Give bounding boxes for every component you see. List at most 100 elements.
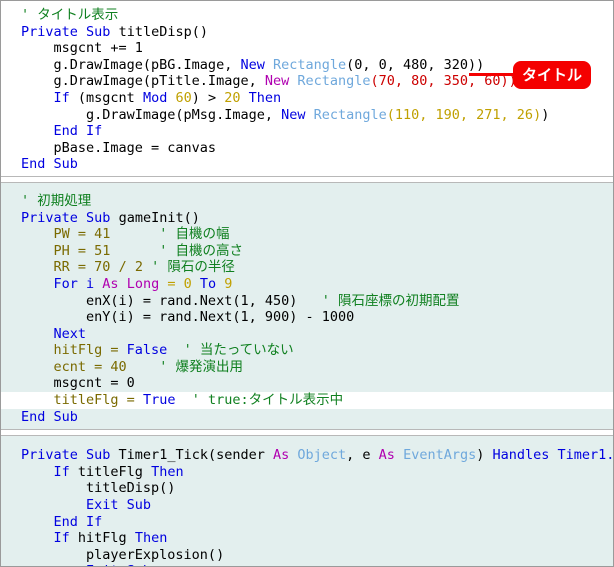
- variable-hitflg: hitFlg: [21, 342, 103, 359]
- code-line: ' 初期処理: [1, 192, 613, 210]
- code-line: ' タイトル表示: [1, 7, 613, 24]
- type-rectangle: Rectangle: [264, 56, 347, 73]
- code-line: End If: [1, 123, 613, 140]
- comment-text: ' 隕石の半径: [142, 259, 235, 276]
- operator: =: [69, 226, 95, 243]
- keyword-mod: Mod: [142, 89, 168, 106]
- condition: hitFlg: [69, 530, 135, 547]
- keyword-exit-sub: Exit Sub: [21, 563, 151, 566]
- keyword-end-sub: End Sub: [21, 156, 78, 173]
- number: 60: [167, 89, 192, 106]
- literal-true: True: [142, 392, 176, 409]
- code-line: Private Sub titleDisp(): [1, 23, 613, 41]
- number: 70: [94, 259, 111, 276]
- operator: =: [69, 259, 95, 276]
- keyword-if: If: [21, 463, 70, 480]
- type-object: Object: [289, 447, 347, 464]
- code-line: Private Sub Timer1_Tick(sender As Object…: [1, 447, 613, 464]
- number: 20: [224, 89, 241, 106]
- code-line: Exit Sub: [1, 497, 613, 514]
- operator: ) >: [191, 89, 225, 106]
- type-eventargs: EventArgs: [394, 447, 477, 464]
- variable-ecnt: ecnt: [21, 358, 87, 375]
- code-line: Exit Sub: [1, 563, 613, 566]
- operator: /: [110, 259, 135, 276]
- number: 41: [94, 226, 111, 243]
- code-line: hitFlg = False ' 当たっていない: [1, 342, 613, 359]
- call-expression: g.DrawImage(pMsg.Image,: [21, 106, 282, 123]
- variable-ph: PH: [21, 242, 70, 259]
- statement: msgcnt += 1: [21, 40, 143, 57]
- method-name: gameInit(): [110, 209, 200, 226]
- code-line: msgcnt += 1: [1, 40, 613, 57]
- comment-text: タイトル表示: [29, 7, 119, 23]
- keyword-as: As: [378, 447, 395, 464]
- handler-name: Timer1_Tick(sender: [110, 447, 273, 464]
- loop-variable: i: [77, 275, 103, 292]
- code-block-timer-tick: Private Sub Timer1_Tick(sender As Object…: [1, 436, 613, 566]
- comment-text: ' 爆発演出用: [126, 358, 243, 375]
- keyword-private: Private: [21, 447, 78, 464]
- code-block-gameinit: ' 初期処理 Private Sub gameInit() PW = 41 ' …: [1, 182, 613, 430]
- event-reference: Timer1.Tick: [557, 447, 614, 464]
- statement: enX(i) = rand.Next(1, 450): [21, 292, 298, 309]
- paren: ): [476, 447, 493, 464]
- code-line: End Sub: [1, 156, 613, 173]
- comment-text: ' true:タイトル表示中: [175, 392, 344, 409]
- operator: =: [69, 242, 95, 259]
- code-line: PW = 41 ' 自機の幅: [1, 226, 613, 243]
- keyword-exit-sub: Exit Sub: [21, 497, 152, 514]
- operator: =: [118, 392, 143, 409]
- type-long: Long: [118, 275, 160, 292]
- param-separator: , e: [346, 447, 379, 464]
- keyword-sub: Sub: [86, 209, 111, 226]
- keyword-then: Then: [240, 89, 282, 106]
- code-line: Next: [1, 325, 613, 343]
- keyword-as: As: [272, 447, 290, 464]
- variable-pw: PW: [21, 226, 70, 243]
- statement: enY(i) = rand.Next(1, 900) - 1000: [21, 309, 355, 326]
- keyword-end-sub: End Sub: [21, 408, 78, 425]
- code-line: enY(i) = rand.Next(1, 900) - 1000: [1, 309, 613, 326]
- condition: titleFlg: [69, 463, 152, 480]
- type-rectangle: Rectangle: [305, 106, 387, 123]
- number: 0: [183, 275, 192, 292]
- callout-leader-line: [469, 73, 515, 76]
- keyword-sub: Sub: [77, 447, 111, 464]
- code-line: If hitFlg Then: [1, 530, 613, 547]
- code-line: ecnt = 40 ' 爆発演出用: [1, 358, 613, 376]
- number: 51: [94, 242, 111, 259]
- code-line: titleDisp(): [1, 480, 613, 498]
- keyword-new: New: [240, 56, 265, 73]
- method-name: titleDisp(): [110, 23, 208, 40]
- callout-badge-title: タイトル: [513, 61, 591, 89]
- comment-text: ' 当たっていない: [167, 342, 294, 359]
- code-line: PH = 51 ' 自機の高さ: [1, 242, 613, 260]
- block-separator: [1, 429, 613, 437]
- keyword-as: As: [102, 275, 119, 292]
- call-expression: g.DrawImage(pBG.Image,: [21, 56, 241, 73]
- keyword-end-if: End If: [21, 513, 103, 530]
- keyword-new: New: [281, 106, 306, 123]
- code-line: If (msgcnt Mod 60) > 20 Then: [1, 89, 613, 107]
- statement: titleDisp(): [21, 480, 176, 497]
- block-separator: [1, 175, 613, 183]
- comment-text: ' 隕石座標の初期配置: [297, 292, 460, 309]
- code-line: pBase.Image = canvas: [1, 139, 613, 157]
- code-line: If titleFlg Then: [1, 463, 613, 481]
- code-line: enX(i) = rand.Next(1, 450) ' 隕石座標の初期配置: [1, 292, 613, 310]
- keyword-new: New: [264, 73, 290, 90]
- statement: pBase.Image = canvas: [21, 139, 217, 156]
- code-line: For i As Long = 0 To 9: [1, 275, 613, 293]
- number: 2: [134, 259, 143, 276]
- keyword-next: Next: [21, 325, 87, 342]
- code-line: Private Sub gameInit(): [1, 209, 613, 227]
- operator: =: [159, 275, 184, 292]
- code-line: g.DrawImage(pMsg.Image, New Rectangle(11…: [1, 106, 613, 124]
- type-rectangle: Rectangle: [289, 73, 371, 90]
- operator: =: [102, 342, 127, 359]
- code-line-highlight-titleflg: titleFlg = True ' true:タイトル表示中: [1, 392, 613, 409]
- keyword-private: Private: [21, 209, 78, 226]
- operator: =: [86, 358, 111, 375]
- keyword-then: Then: [134, 530, 168, 547]
